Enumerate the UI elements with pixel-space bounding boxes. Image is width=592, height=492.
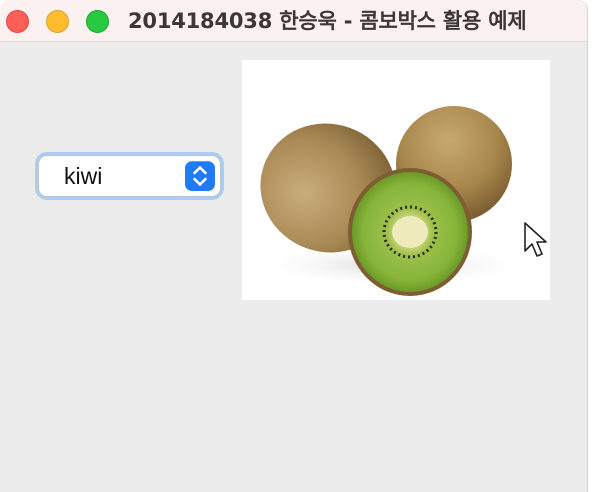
title-bar[interactable]: 2014184038 한승욱 - 콤보박스 활용 예제 bbox=[0, 0, 587, 42]
combo-arrows-button[interactable] bbox=[185, 161, 215, 191]
zoom-button[interactable] bbox=[86, 10, 109, 33]
window-title: 2014184038 한승욱 - 콤보박스 활용 예제 bbox=[128, 9, 527, 33]
minimize-button[interactable] bbox=[46, 10, 69, 33]
close-button[interactable] bbox=[6, 10, 29, 33]
kiwi-image bbox=[252, 106, 532, 296]
fruit-combo-box[interactable]: kiwi bbox=[38, 155, 221, 197]
fruit-image bbox=[242, 60, 550, 300]
app-window: 2014184038 한승욱 - 콤보박스 활용 예제 kiwi bbox=[0, 0, 588, 492]
combo-selected-value: kiwi bbox=[64, 163, 103, 189]
mouse-cursor-icon bbox=[524, 222, 547, 257]
chevron-up-down-icon bbox=[193, 166, 207, 186]
